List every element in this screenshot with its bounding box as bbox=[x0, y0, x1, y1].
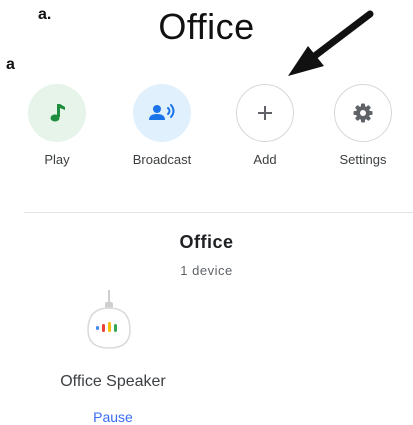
broadcast-button[interactable]: Broadcast bbox=[122, 84, 202, 167]
annotation-arrow-icon bbox=[288, 10, 374, 76]
broadcast-person-icon bbox=[149, 104, 175, 120]
broadcast-label: Broadcast bbox=[132, 152, 192, 167]
add-label: Add bbox=[253, 152, 277, 167]
annotation-label-a: a bbox=[6, 56, 15, 73]
add-circle bbox=[236, 84, 294, 142]
play-label: Play bbox=[44, 152, 70, 167]
pause-button[interactable]: Pause bbox=[63, 409, 163, 425]
room-title: Office bbox=[179, 232, 234, 252]
gear-icon bbox=[353, 103, 373, 123]
section-divider bbox=[24, 212, 413, 213]
smart-speaker-icon[interactable] bbox=[74, 290, 144, 352]
settings-label: Settings bbox=[339, 152, 387, 167]
add-button[interactable]: Add bbox=[225, 84, 305, 167]
settings-circle bbox=[334, 84, 392, 142]
plus-icon bbox=[258, 106, 272, 120]
broadcast-circle bbox=[133, 84, 191, 142]
room-device-count: 1 device bbox=[180, 263, 233, 278]
settings-button[interactable]: Settings bbox=[323, 84, 403, 167]
play-button[interactable]: Play bbox=[17, 84, 97, 167]
device-name: Office Speaker bbox=[60, 373, 166, 390]
music-note-icon bbox=[50, 104, 65, 122]
play-circle bbox=[28, 84, 86, 142]
